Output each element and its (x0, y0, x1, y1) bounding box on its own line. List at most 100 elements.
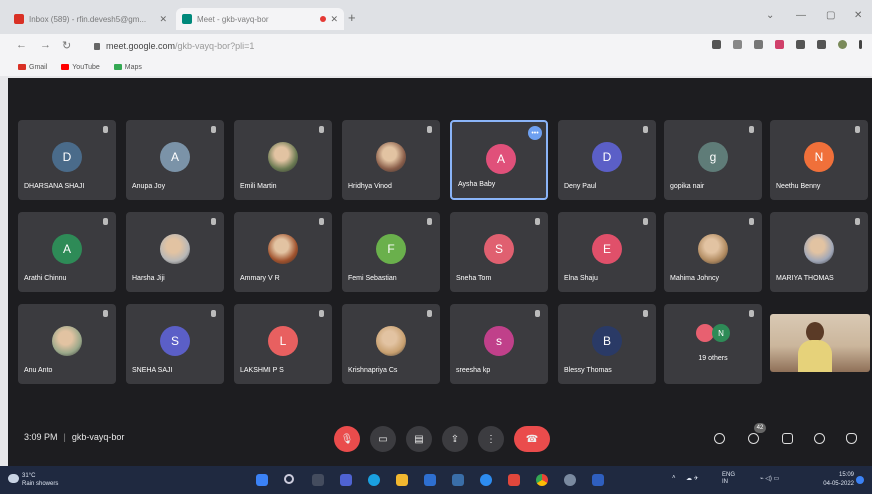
bookmark-youtube[interactable]: YouTube (61, 64, 100, 71)
camera-toggle-button[interactable]: ▭ (370, 426, 396, 452)
mail-icon[interactable] (452, 474, 464, 486)
back-icon[interactable]: ← (16, 39, 27, 51)
weather-icon (8, 474, 19, 483)
puzzle-icon[interactable] (796, 40, 805, 49)
meeting-time: 3:09 PM (24, 432, 58, 442)
participant-tile[interactable]: Anu Anto (18, 304, 116, 384)
participant-tile[interactable]: D DHARSANA SHAJI (18, 120, 116, 200)
participant-tile[interactable]: Ammary V R (234, 212, 332, 292)
tray-icons[interactable]: ☁ ✈ (686, 475, 699, 482)
forward-icon[interactable]: → (40, 39, 51, 51)
start-icon[interactable] (256, 474, 268, 486)
mic-off-icon (211, 310, 216, 317)
mic-off-icon (855, 126, 860, 133)
bookmark-maps[interactable]: Maps (113, 63, 142, 71)
clock-time: 15:09 (838, 472, 854, 478)
participant-avatar: S (484, 234, 514, 264)
mic-off-icon (643, 310, 648, 317)
participant-tile[interactable]: g gopika nair (664, 120, 762, 200)
participant-tile[interactable]: S SNEHA SAJI (126, 304, 224, 384)
participant-tile[interactable]: N Neethu Benny (770, 120, 868, 200)
activities-icon[interactable] (814, 433, 825, 444)
people-icon[interactable] (748, 433, 759, 444)
self-video-tile[interactable] (770, 314, 870, 372)
edge-icon[interactable] (368, 474, 380, 486)
widgets-icon[interactable] (340, 474, 352, 486)
search-icon[interactable] (284, 474, 294, 484)
tray-chevron-icon[interactable]: ˄ (672, 475, 676, 481)
participant-tile[interactable]: Harsha Jiji (126, 212, 224, 292)
captions-button[interactable]: ▤ (406, 426, 432, 452)
maximize-button[interactable]: ▢ (826, 10, 835, 21)
menu-icon[interactable] (859, 40, 862, 49)
sidebar-icon[interactable] (817, 40, 826, 49)
participant-avatar: L (268, 326, 298, 356)
others-tile[interactable]: N 19 others (664, 304, 762, 384)
taskbar-clock[interactable]: 15:09 04-05-2022 (823, 471, 854, 489)
network-volume-battery[interactable]: ⌁ ◁) ▭ (760, 475, 779, 482)
leave-call-button[interactable]: ☎ (514, 426, 550, 452)
meeting-details-icon[interactable] (714, 433, 725, 444)
weather-temp: 31°C (22, 473, 36, 479)
participant-tile[interactable]: A ••• Aysha Baby (450, 120, 548, 200)
participant-tile[interactable]: A Arathi Chinnu (18, 212, 116, 292)
participant-tile[interactable]: S Sneha Tom (450, 212, 548, 292)
close-tab-icon[interactable]: ✕ (330, 14, 338, 25)
url-bar[interactable]: meet.google.com/gkb-vayq-bor?pli=1 (88, 37, 688, 55)
chrome-icon[interactable] (536, 474, 548, 486)
task-view-icon[interactable] (312, 474, 324, 486)
store-icon[interactable] (424, 474, 436, 486)
participant-tile[interactable]: F Femi Sebastian (342, 212, 440, 292)
mic-toggle-button[interactable]: 🎙 (334, 426, 360, 452)
participant-tile[interactable]: Emili Martin (234, 120, 332, 200)
office-icon[interactable] (508, 474, 520, 486)
participant-name: Aysha Baby (458, 181, 496, 188)
present-button[interactable]: ⇪ (442, 426, 468, 452)
tab-search-icon[interactable]: ⌄ (766, 10, 774, 21)
app-icon[interactable] (480, 474, 492, 486)
participant-tile[interactable]: D Deny Paul (558, 120, 656, 200)
extension-icon[interactable] (775, 40, 784, 49)
participant-name: Arathi Chinnu (24, 275, 67, 282)
camera-icon[interactable] (712, 40, 721, 49)
share-icon[interactable] (733, 40, 742, 49)
star-icon[interactable] (754, 40, 763, 49)
participant-tile[interactable]: A Anupa Joy (126, 120, 224, 200)
mic-off-icon (749, 126, 754, 133)
word-icon[interactable] (592, 474, 604, 486)
chat-icon[interactable] (782, 433, 793, 444)
profile-avatar[interactable] (838, 40, 847, 49)
tab-gmail[interactable]: Inbox (589) - rfin.devesh5@gm... ✕ (8, 8, 173, 30)
gmail-icon (14, 14, 24, 24)
participant-tile[interactable]: L LAKSHMI P S (234, 304, 332, 384)
new-tab-button[interactable]: + (348, 10, 356, 25)
participant-name: Hridhya Vinod (348, 183, 392, 190)
participant-tile[interactable]: Krishnapriya Cs (342, 304, 440, 384)
self-video-body (798, 340, 832, 372)
reload-icon[interactable]: ↻ (62, 39, 71, 52)
participant-tile[interactable]: B Blessy Thomas (558, 304, 656, 384)
file-explorer-icon[interactable] (396, 474, 408, 486)
tab-meet[interactable]: Meet - gkb-vayq-bor ✕ (176, 8, 344, 30)
close-window-button[interactable]: ✕ (854, 10, 862, 21)
more-options-button[interactable]: ⋮ (478, 426, 504, 452)
settings-icon[interactable] (564, 474, 576, 486)
others-avatar: N (712, 324, 730, 342)
participant-tile[interactable]: Hridhya Vinod (342, 120, 440, 200)
weather-widget[interactable]: 31°C Rain showers (22, 472, 58, 488)
bookmark-gmail[interactable]: Gmail (18, 64, 47, 71)
participant-name: Emili Martin (240, 183, 277, 190)
participant-tile[interactable]: E Elna Shaju (558, 212, 656, 292)
mic-off-icon (427, 126, 432, 133)
notification-icon[interactable] (856, 476, 864, 484)
language-indicator[interactable]: ENG IN (722, 472, 735, 486)
bookmark-label: Maps (124, 63, 142, 71)
minimize-button[interactable]: — (796, 10, 806, 21)
participant-avatar: F (376, 234, 406, 264)
participant-tile[interactable]: Mahima Johncy (664, 212, 762, 292)
participant-tile[interactable]: MARIYA THOMAS (770, 212, 868, 292)
mic-off-icon (103, 310, 108, 317)
close-tab-icon[interactable]: ✕ (159, 14, 167, 25)
participant-tile[interactable]: s sreesha kp (450, 304, 548, 384)
host-controls-icon[interactable] (846, 433, 857, 444)
